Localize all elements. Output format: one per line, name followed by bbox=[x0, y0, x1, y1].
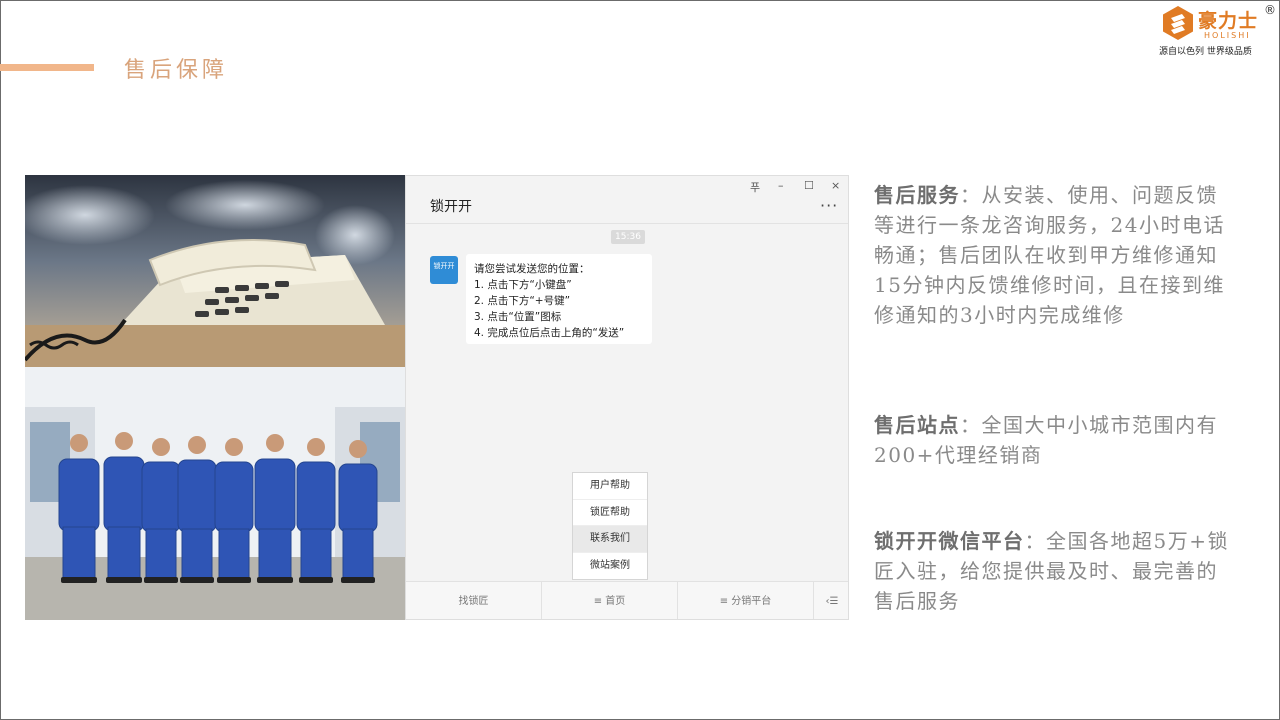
chat-header: 锁开开 푸 – ☐ × ··· bbox=[406, 176, 848, 224]
chat-title: 锁开开 bbox=[430, 199, 472, 215]
service-popup-menu: 用户帮助 锁匠帮助 联系我们 微站案例 bbox=[572, 472, 648, 580]
close-button[interactable]: × bbox=[831, 179, 840, 192]
message-bubble: 请您尝试发送您的位置： 1. 点击下方“小键盘” 2. 点击下方“+号键” 3.… bbox=[466, 254, 652, 344]
brand-logo: 豪力士 ® HOLISHI 源自以色列 世界级品质 bbox=[1158, 3, 1276, 57]
message-line: 3. 点击“位置”图标 bbox=[474, 311, 562, 323]
message-line: 请您尝试发送您的位置： bbox=[474, 263, 590, 275]
logo-brand-en: HOLISHI bbox=[1204, 31, 1251, 40]
desk-phone-photo bbox=[25, 175, 405, 367]
tab-distribution-platform[interactable]: ≡ 分销平台 bbox=[678, 582, 814, 619]
service-team-photo bbox=[25, 367, 405, 620]
menu-item-contact-us[interactable]: 联系我们 bbox=[573, 526, 647, 553]
keyboard-toggle-icon[interactable]: ‹☰ bbox=[814, 582, 848, 619]
wechat-chat-window: 锁开开 푸 – ☐ × ··· 15:36 锁开开 请您尝试发送您的位置： 1.… bbox=[405, 175, 849, 620]
section-heading: 售后站点 bbox=[874, 413, 960, 437]
bot-avatar[interactable]: 锁开开 bbox=[430, 256, 458, 284]
menu-item-site-cases[interactable]: 微站案例 bbox=[573, 553, 647, 580]
logo-mark-icon bbox=[1163, 6, 1193, 40]
title-accent-bar bbox=[0, 64, 94, 71]
logo-registered-mark: ® bbox=[1264, 3, 1276, 17]
message-timestamp: 15:36 bbox=[611, 230, 645, 244]
menu-item-locksmith-help[interactable]: 锁匠帮助 bbox=[573, 500, 647, 526]
tab-find-locksmith[interactable]: 找锁匠 bbox=[406, 582, 542, 619]
section-heading: 售后服务 bbox=[874, 183, 960, 207]
section-wechat-platform: 锁开开微信平台：全国各地超5万+锁匠入驻，给您提供最及时、最完善的售后服务 bbox=[874, 526, 1234, 616]
more-options-icon[interactable]: ··· bbox=[820, 196, 838, 215]
section-heading: 锁开开微信平台 bbox=[874, 529, 1025, 553]
slide-title: 售后保障 bbox=[124, 58, 229, 83]
logo-slogan: 源自以色列 世界级品质 bbox=[1159, 47, 1252, 57]
section-after-sales-service: 售后服务：从安装、使用、问题反馈等进行一条龙咨询服务，24小时电话畅通；售后团队… bbox=[874, 180, 1234, 330]
minimize-button[interactable]: – bbox=[778, 179, 784, 192]
message-line: 1. 点击下方“小键盘” bbox=[474, 279, 572, 291]
pin-icon[interactable]: 푸 bbox=[750, 179, 760, 195]
section-service-sites: 售后站点：全国大中小城市范围内有200+代理经销商 bbox=[874, 410, 1234, 470]
message-line: 2. 点击下方“+号键” bbox=[474, 295, 571, 307]
tab-home[interactable]: ≡ 首页 bbox=[542, 582, 678, 619]
message-line: 4. 完成点位后点击上角的“发送” bbox=[474, 327, 625, 339]
menu-item-user-help[interactable]: 用户帮助 bbox=[573, 473, 647, 500]
logo-brand-cn: 豪力士 bbox=[1198, 10, 1259, 32]
chat-footer-menu: 找锁匠 ≡ 首页 ≡ 分销平台 ‹☰ bbox=[406, 581, 848, 619]
maximize-button[interactable]: ☐ bbox=[804, 179, 814, 192]
